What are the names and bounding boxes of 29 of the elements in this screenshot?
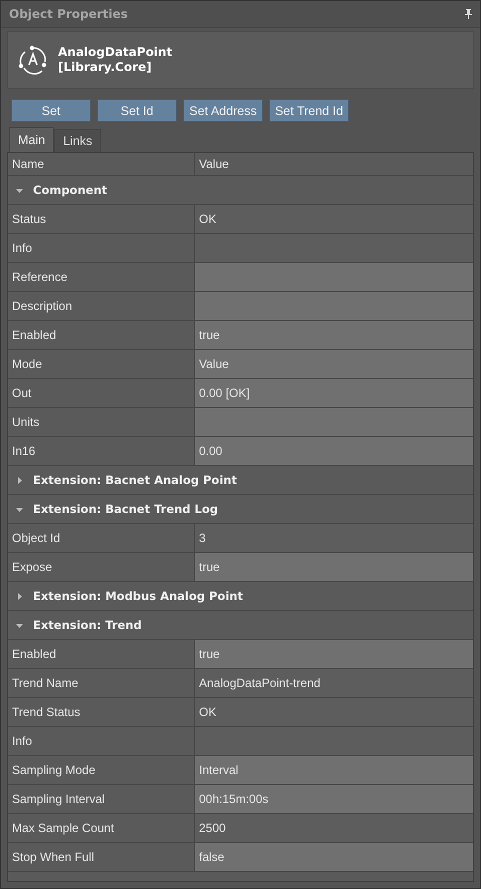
action-button[interactable]: Set bbox=[11, 99, 91, 122]
tab[interactable]: Main bbox=[9, 127, 54, 152]
expand-arrow-icon[interactable] bbox=[16, 506, 23, 512]
section-title: Component bbox=[33, 183, 108, 197]
action-button[interactable]: Set Address bbox=[183, 99, 263, 122]
section-title: Extension: Modbus Analog Point bbox=[33, 589, 243, 603]
section-title: Extension: Bacnet Trend Log bbox=[33, 502, 218, 516]
expand-arrow-icon[interactable] bbox=[16, 592, 23, 600]
expand-arrow-icon[interactable] bbox=[16, 476, 23, 484]
property-value[interactable]: 0.00 [OK] bbox=[195, 379, 473, 407]
expand-arrow-icon[interactable] bbox=[16, 622, 23, 628]
section-title: Extension: Bacnet Analog Point bbox=[33, 473, 237, 487]
expand-arrow-icon[interactable] bbox=[16, 186, 23, 194]
panel-title: Object Properties bbox=[9, 7, 128, 21]
object-library: [Library.Core] bbox=[58, 60, 153, 75]
property-value[interactable]: 00h:15m:00s bbox=[195, 785, 473, 813]
object-name: AnalogDataPoint bbox=[58, 45, 172, 60]
property-value[interactable]: true bbox=[195, 321, 473, 349]
property-value[interactable]: Interval bbox=[195, 756, 473, 784]
property-value[interactable]: true bbox=[195, 640, 473, 668]
property-value[interactable]: 0.00 bbox=[195, 437, 473, 465]
pin-icon[interactable] bbox=[465, 9, 472, 19]
action-button[interactable]: Set Trend Id bbox=[269, 99, 349, 122]
property-value[interactable]: Value bbox=[195, 350, 473, 378]
section-title: Extension: Trend bbox=[33, 618, 142, 632]
action-button[interactable]: Set Id bbox=[97, 99, 177, 122]
property-value[interactable]: false bbox=[195, 843, 473, 871]
property-value[interactable]: true bbox=[195, 553, 473, 581]
tab[interactable]: Links bbox=[54, 129, 102, 152]
